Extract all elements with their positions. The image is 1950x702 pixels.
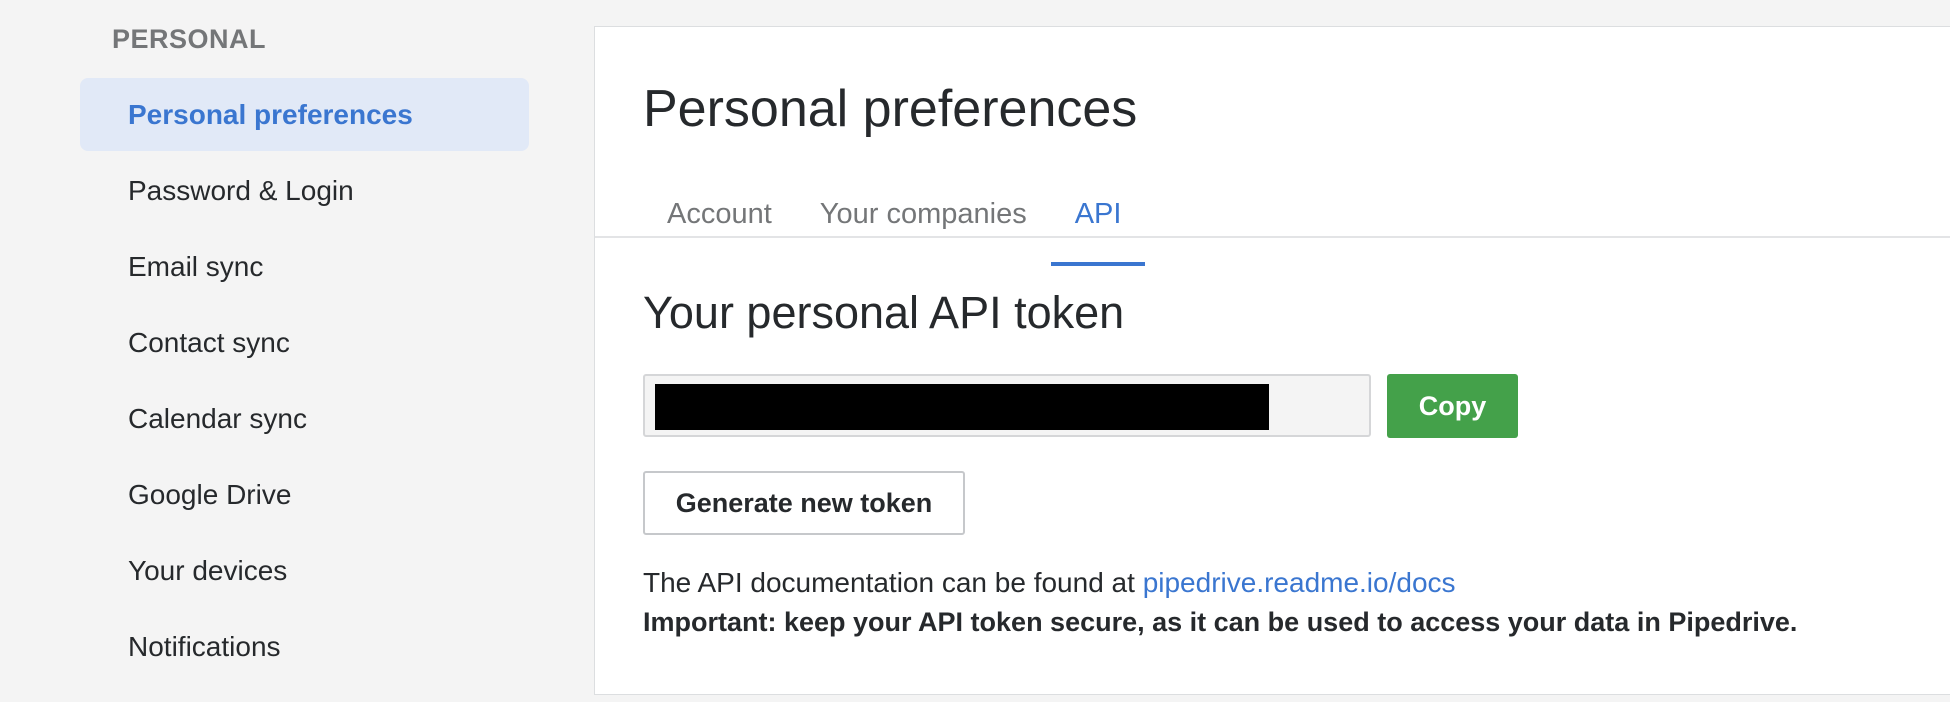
main-panel: Personal preferences Account Your compan… bbox=[594, 26, 1950, 695]
page-title: Personal preferences bbox=[643, 80, 1138, 138]
copy-button[interactable]: Copy bbox=[1387, 374, 1518, 438]
api-docs-label: The API documentation can be found at bbox=[643, 567, 1135, 598]
sidebar-item-google-drive[interactable]: Google Drive bbox=[80, 458, 529, 531]
tab-bar: Account Your companies API bbox=[643, 165, 1146, 266]
sidebar-item-email-sync[interactable]: Email sync bbox=[80, 230, 529, 303]
tabs-divider bbox=[595, 236, 1950, 238]
tab-account[interactable]: Account bbox=[643, 165, 796, 263]
generate-new-token-button[interactable]: Generate new token bbox=[643, 471, 965, 535]
api-token-warning: Important: keep your API token secure, a… bbox=[643, 607, 1798, 637]
sidebar-item-contact-sync[interactable]: Contact sync bbox=[80, 306, 529, 379]
settings-sidebar: PERSONAL Personal preferences Password &… bbox=[0, 0, 560, 702]
api-docs-text: The API documentation can be found at pi… bbox=[643, 567, 1456, 599]
sidebar-item-your-devices[interactable]: Your devices bbox=[80, 534, 529, 607]
sidebar-item-password-login[interactable]: Password & Login bbox=[80, 154, 529, 227]
tab-your-companies[interactable]: Your companies bbox=[796, 165, 1051, 263]
api-docs-link[interactable]: pipedrive.readme.io/docs bbox=[1143, 567, 1456, 598]
sidebar-item-notifications[interactable]: Notifications bbox=[80, 610, 529, 683]
api-token-heading: Your personal API token bbox=[643, 287, 1125, 338]
sidebar-nav: Personal preferences Password & Login Em… bbox=[80, 78, 529, 686]
sidebar-item-personal-preferences[interactable]: Personal preferences bbox=[80, 78, 529, 151]
sidebar-item-calendar-sync[interactable]: Calendar sync bbox=[80, 382, 529, 455]
token-redaction-bar bbox=[655, 384, 1269, 430]
sidebar-heading: PERSONAL bbox=[112, 24, 267, 54]
tab-api[interactable]: API bbox=[1050, 165, 1146, 266]
api-token-field[interactable] bbox=[643, 374, 1371, 437]
